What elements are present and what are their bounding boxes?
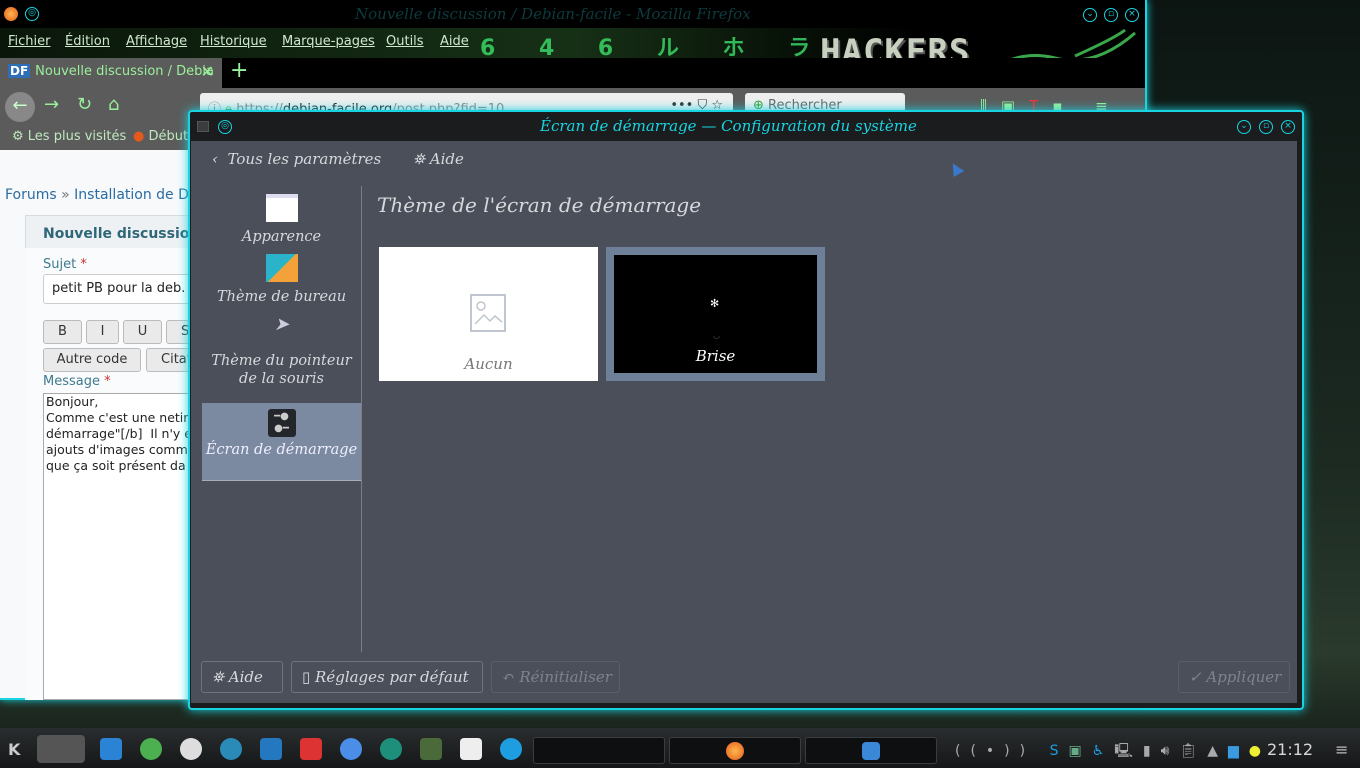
minimize-button[interactable]: ⌄ [1237,120,1251,134]
breadcrumb-forums[interactable]: Forums [5,187,57,203]
cursor-icon: ➤ [273,314,290,335]
task-settings[interactable] [533,737,665,764]
undo-icon: ↶ [502,668,515,686]
close-button[interactable]: × [1281,120,1295,134]
subject-input[interactable]: petit PB pour la deb. n [43,274,203,304]
message-textarea[interactable]: Bonjour, Comme c'est une netin démarrage"[… [43,393,203,700]
menu-historique[interactable]: Historique [200,34,267,49]
reload-button[interactable]: ↻ [77,94,92,115]
menu-fichier[interactable]: Fichier [8,34,51,49]
download-icon[interactable] [140,738,162,760]
app-icon [862,742,880,760]
underline-button[interactable]: U [123,320,162,344]
pin-icon[interactable]: ◎ [218,120,232,134]
desktop-theme-icon [265,254,298,282]
theme-name: Brise [695,347,736,365]
sidebar-item-theme-bureau[interactable]: Thème de bureau [202,252,361,305]
italic-button[interactable]: I [86,320,119,344]
sidebar-item-pointeur[interactable]: ➤ Thème du pointeur de la souris [202,316,361,400]
system-tray[interactable]: ((•)) S▣♿🖳︎▮🔊︎📋︎▲▆● [955,740,1271,764]
pager-icon[interactable] [37,735,85,763]
theme-card-brise[interactable]: ✻ ◡ Brise [606,247,825,381]
bold-button[interactable]: B [43,320,82,344]
store-icon[interactable] [260,738,282,760]
app-icon[interactable] [300,738,322,760]
form-title: Nouvelle discussion [43,226,200,242]
other-code-button[interactable]: Autre code [43,348,141,372]
kde-logo-icon: ✻ [710,297,720,310]
new-tab-button[interactable]: + [230,58,248,83]
bookmark-most-visited[interactable]: ⚙ Les plus visités [12,129,126,144]
kde-menu-button[interactable]: K [8,740,20,759]
app-icon[interactable] [380,738,402,760]
help-button[interactable]: ⛯ Aide [201,661,283,693]
minimize-button[interactable]: ⌄ [1083,8,1097,22]
app-icon[interactable] [420,738,442,760]
menu-affichage[interactable]: Affichage [126,34,187,49]
defaults-button[interactable]: ▯ Réglages par défaut [291,661,483,693]
skype-icon: S [1049,743,1069,759]
image-placeholder-icon [470,294,506,332]
app-icon: ▣ [1068,743,1092,759]
forward-button[interactable]: → [44,94,59,115]
close-button[interactable]: × [1125,8,1139,22]
dialog-title: Écran de démarrage — Configuration du sy… [540,117,917,135]
reset-button[interactable]: ↶ Réinitialiser [491,661,620,693]
text-editor-icon[interactable] [460,738,482,760]
help-link[interactable]: ⛯ Aide [413,150,464,168]
accessibility-icon: ♿ [1091,743,1115,759]
menu-marque-pages[interactable]: Marque-pages [282,34,375,49]
file-manager-icon[interactable] [100,738,122,760]
window-icon [265,194,298,222]
tab-nouvelle-discussion[interactable]: DF Nouvelle discussion / Debia ✕ [0,58,222,88]
tab-favicon: DF [8,64,31,78]
theme-card-aucun[interactable]: Aucun [379,247,598,381]
breadcrumb: Forums » Installation de Deb [5,187,207,203]
sidebar-item-ecran-demarrage[interactable]: ━● ●━ Écran de démarrage [202,403,361,481]
sidebar-item-apparence[interactable]: Apparence [202,192,361,248]
sidebar-divider [361,186,362,652]
panel-menu-icon[interactable]: ≡ [1335,740,1348,759]
app-icon[interactable] [220,738,242,760]
pin-icon[interactable]: ◎ [25,7,39,21]
subject-label: Sujet * [43,257,87,272]
firefox-icon [726,742,744,760]
splash-screen-icon: ━● ●━ [267,409,296,437]
apply-button[interactable]: ✓ Appliquer [1178,661,1290,693]
back-to-all-settings[interactable]: ‹ Tous les paramètres [212,150,381,168]
document-icon: ▯ [302,668,311,686]
message-label: Message * [43,374,111,389]
menu-outils[interactable]: Outils [386,34,424,49]
lifebuoy-icon: ⛯ [413,150,426,168]
menu-edition[interactable]: Édition [65,34,110,49]
skype-icon[interactable] [500,738,522,760]
check-icon: ✓ [1189,668,1202,686]
lifebuoy-icon: ⛯ [212,668,225,686]
back-button[interactable]: ← [5,92,35,122]
folder-icon: ▆ [1228,743,1249,759]
dialog-titlebar: ◎ Écran de démarrage — Configuration du … [190,113,1302,141]
chevron-left-icon: ‹ [212,150,218,168]
menu-aide[interactable]: Aide [440,34,469,49]
tab-title: Nouvelle discussion / Debia [35,64,214,79]
page-heading: Thème de l'écran de démarrage [377,193,702,217]
maximize-button[interactable]: ▫ [1259,120,1273,134]
maximize-button[interactable]: ▫ [1104,8,1118,22]
browser-icon[interactable] [340,738,362,760]
firefox-icon [4,7,18,21]
task-app[interactable] [805,737,937,764]
theme-name: Aucun [464,355,513,373]
breadcrumb-installation[interactable]: Installation de Deb [74,187,206,203]
firefox-window-title: Nouvelle discussion / Debian-facile - Mo… [355,5,751,23]
clock[interactable]: 21:12 [1267,740,1313,759]
settings-app-icon [197,121,209,132]
spinner-icon: ◡ [713,331,720,340]
home-button[interactable]: ⌂ [108,94,119,115]
firefox-titlebar: ◎ Nouvelle discussion / Debian-facile - … [0,0,1145,28]
close-tab-icon[interactable]: ✕ [201,62,214,81]
app-icon[interactable] [180,738,202,760]
task-firefox[interactable] [669,737,801,764]
